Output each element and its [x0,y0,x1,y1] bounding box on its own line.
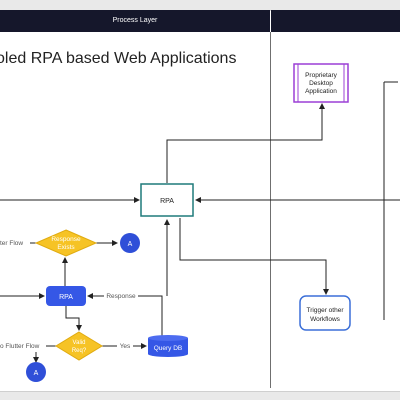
proprietary-desktop-application-node[interactable]: Proprietary Desktop Application [293,63,349,103]
trigger-other-workflows-node[interactable]: Trigger other Workflows [299,295,351,331]
edge-rpa-to-trigger [179,218,329,295]
trigger-label-line-2: Workflows [310,316,341,323]
edge-rpa-small-to-valid [65,306,82,331]
proprietary-label-line-1: Proprietary [305,72,338,79]
connector-a-bottom[interactable]: A [26,362,46,382]
edge-label-flow-top: ter Flow [0,240,23,247]
query-db-node[interactable]: Query DB [148,335,188,357]
trigger-label-line-1: Trigger other [307,307,345,314]
flow-diagram: Proprietary Desktop Application RPA Trig… [0,63,400,382]
connector-a-top-label: A [128,241,133,248]
rpa-main-node[interactable]: RPA [140,183,194,217]
valid-req-line-1: Valid [73,340,86,346]
proprietary-label-line-2: Desktop [309,80,333,87]
rpa-small-label: RPA [59,294,73,301]
edge-label-response: Response [106,293,136,300]
proprietary-label-line-3: Application [305,88,337,95]
edge-label-yes: Yes [120,343,131,350]
connector-a-top[interactable]: A [120,233,140,253]
connector-a-bottom-label: A [34,370,39,377]
response-exists-line-2: Exists [57,244,75,251]
edge-querydb-response [87,293,163,336]
valid-req-decision[interactable]: Valid Req? [55,331,103,361]
response-exists-decision[interactable]: Response Exists [34,229,98,257]
valid-req-line-2: Req? [72,348,87,354]
response-exists-line-1: Response [51,236,81,243]
query-db-label: Query DB [154,345,183,352]
rpa-main-label: RPA [160,198,174,205]
edge-rpa-to-proprietary [166,103,325,183]
edge-label-flutter-flow: o Flutter Flow [0,343,40,350]
rpa-small-node[interactable]: RPA [46,286,86,306]
right-lane-bracket [383,81,398,320]
